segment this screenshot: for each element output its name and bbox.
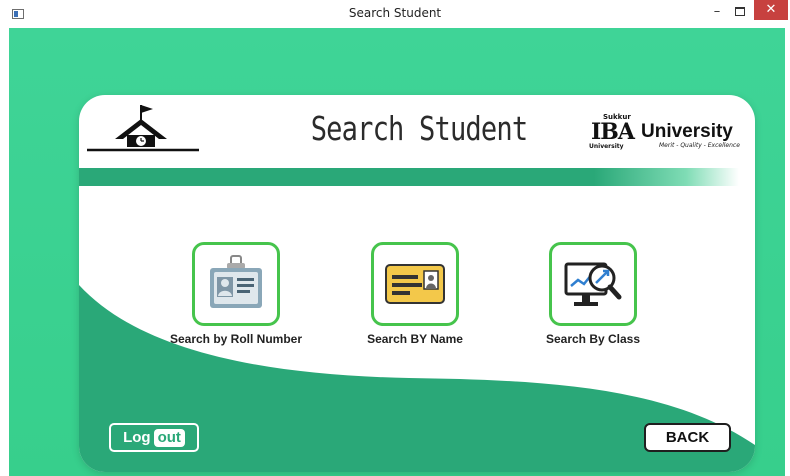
window-client-area: Search Student Sukkur IBA University Uni… — [9, 28, 785, 476]
logout-log-text: Log — [123, 429, 151, 446]
search-by-roll-label: Search by Roll Number — [169, 332, 303, 346]
logo-iba-mark: IBA — [591, 119, 635, 145]
monitor-search-icon — [564, 262, 622, 306]
university-logo: Sukkur IBA University University Merit -… — [579, 113, 749, 153]
window-title-bar: Search Student – ✕ — [0, 0, 790, 28]
maximize-button[interactable] — [735, 7, 745, 16]
search-by-class-label: Search By Class — [545, 332, 641, 346]
logout-button[interactable]: Log out — [109, 423, 199, 452]
minimize-button[interactable]: – — [708, 4, 726, 22]
id-card-icon — [385, 264, 445, 304]
logout-out-text: out — [153, 428, 185, 447]
back-button[interactable]: BACK — [644, 423, 731, 452]
search-by-name-button[interactable] — [371, 242, 459, 326]
header-stripe — [79, 168, 739, 186]
main-card: Search Student Sukkur IBA University Uni… — [79, 95, 755, 472]
logo-university-small-text: University — [589, 143, 624, 150]
school-logo-icon — [87, 105, 199, 152]
search-by-class-option[interactable]: Search By Class — [523, 242, 663, 346]
close-button[interactable]: ✕ — [754, 0, 788, 20]
id-badge-icon — [210, 255, 262, 308]
search-by-name-option[interactable]: Search BY Name — [345, 242, 485, 346]
logo-university-text: University — [641, 121, 733, 142]
window-title: Search Student — [348, 6, 442, 20]
search-by-roll-option[interactable]: Search by Roll Number — [166, 242, 306, 346]
search-by-class-button[interactable] — [549, 242, 637, 326]
search-by-name-label: Search BY Name — [367, 332, 463, 346]
page-title: Search Student — [310, 109, 528, 148]
logo-tagline: Merit - Quality - Excellence — [659, 142, 740, 149]
search-by-roll-button[interactable] — [192, 242, 280, 326]
